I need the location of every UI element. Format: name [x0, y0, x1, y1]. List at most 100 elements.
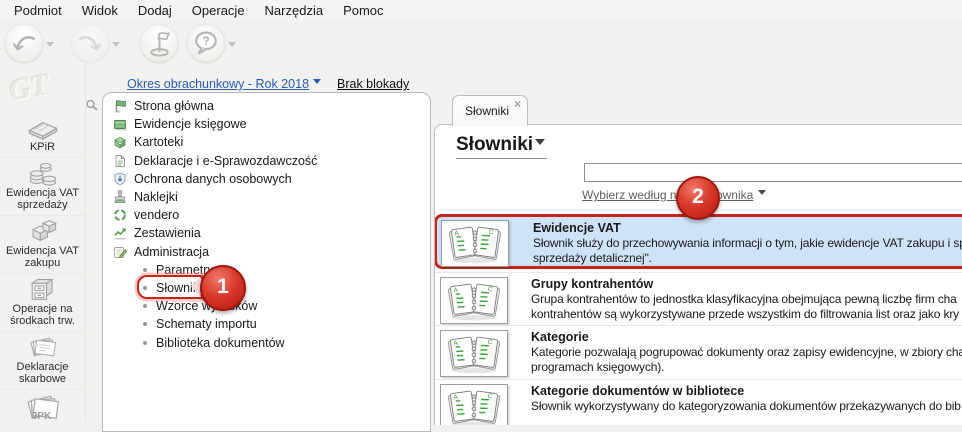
ledger-icon [24, 114, 62, 141]
menu-operacje[interactable]: Operacje [182, 1, 255, 20]
tree-item-zestawienia[interactable]: Zestawienia [103, 224, 430, 242]
nav-back-icon [11, 30, 37, 56]
tree-item-naklejki[interactable]: Naklejki [103, 188, 430, 206]
list-item-desc-line1: Grupa kontrahentów to jednostka klasyfik… [531, 292, 957, 306]
nav-back-button[interactable] [5, 24, 43, 62]
tree-subitem-biblioteka-dokumentow[interactable]: Biblioteka dokumentów [103, 333, 430, 351]
toolbar [0, 21, 962, 65]
help-button[interactable] [187, 24, 225, 62]
nav-back-dropdown-caret[interactable] [46, 41, 54, 51]
help-dropdown-caret[interactable] [228, 41, 236, 51]
tree-subitem-schematy-importu[interactable]: Schematy importu [103, 315, 430, 333]
coins-icon [24, 160, 62, 187]
tree-item-label: vendero [134, 208, 180, 223]
bullet-icon [143, 322, 147, 327]
jpk-documents-icon: JPK [23, 392, 63, 422]
bullet-icon [143, 267, 147, 272]
nav-forward-dropdown-caret[interactable] [112, 41, 120, 51]
tree-item-label: Ochrona danych osobowych [134, 171, 292, 186]
tree-item-label: Kartoteki [134, 135, 184, 150]
admin-icon [113, 245, 127, 259]
annotation-step-1: 1 [200, 265, 246, 311]
tree-subitem-label: Biblioteka dokumentów [156, 335, 285, 350]
chevron-down-icon [535, 139, 546, 150]
sidebar-item-operacje-srodki-trwale[interactable]: Operacje na środkach trw. [0, 274, 85, 332]
list-item-kategorie[interactable]: Kategorie Kategorie pozwalają pogrupować… [435, 325, 962, 378]
menu-widok[interactable]: Widok [72, 1, 128, 20]
dictionary-cards-icon [445, 280, 503, 322]
list-item-ewidencje-vat[interactable]: Ewidencje VAT Słownik służy do przechowy… [435, 214, 962, 269]
tree-item-vendero[interactable]: vendero [103, 206, 430, 224]
list-item-desc-line2: kontrahentów są wykorzystywane przede ws… [531, 306, 960, 321]
tab-label: Słowniki [465, 104, 510, 118]
tree-item-label: Naklejki [134, 190, 178, 205]
chevron-down-icon [313, 79, 322, 88]
drawer-icon [113, 135, 127, 149]
dictionary-icon-box [441, 220, 509, 267]
tree-item-label: Administracja [134, 244, 210, 259]
tree-item-ewidencje-ksiegowe[interactable]: Ewidencje księgowe [103, 115, 430, 133]
list-item-grupy-kontrahentow[interactable]: Grupy kontrahentów Grupa kontrahentów to… [435, 272, 962, 325]
tree-subitem-slowniki[interactable]: Słowniki [103, 279, 430, 297]
filter-by-name-link[interactable]: Wybierz według nazwy słownika [582, 188, 767, 202]
tree-item-ochrona-danych[interactable]: Ochrona danych osobowych [103, 170, 430, 188]
menu-narzedzia[interactable]: Narzędzia [255, 1, 334, 20]
sidebar-item-ewidencja-vat-zakupu[interactable]: Ewidencja VAT zakupu [0, 216, 85, 274]
sidebar-item-label: Ewidencja VAT sprzedaży [6, 186, 79, 212]
cabinet-icon [24, 276, 62, 303]
menu-pomoc[interactable]: Pomoc [333, 1, 393, 20]
boxes-icon [24, 218, 62, 245]
list-item-kategorie-dokumentow[interactable]: Kategorie dokumentów w bibliotece Słowni… [435, 379, 962, 425]
sidebar-item-deklaracje-skarbowe[interactable]: Deklaracje skarbowe [0, 332, 85, 390]
tree-subitem-wzorce-wydrukow[interactable]: Wzorce wydruków [103, 297, 430, 315]
bullet-icon [143, 285, 147, 290]
menu-dodaj[interactable]: Dodaj [128, 1, 182, 20]
tree-item-strona-glowna[interactable]: Strona główna [103, 97, 430, 115]
dictionary-cards-icon [445, 387, 503, 426]
nav-forward-button[interactable] [71, 24, 109, 62]
search-input[interactable] [584, 163, 962, 182]
list-item-desc-line2: programach księgowych). [531, 359, 665, 374]
dictionary-icon-box [440, 277, 508, 324]
tree-item-kartoteki[interactable]: Kartoteki [103, 133, 430, 151]
close-icon[interactable]: × [514, 98, 521, 110]
navigation-tree: Strona główna Ewidencje księgowe Kartote… [103, 93, 430, 352]
menu-podmiot[interactable]: Podmiot [4, 1, 72, 20]
flag-button[interactable] [140, 24, 178, 62]
bullet-icon [143, 340, 147, 345]
home-flag-icon [113, 99, 127, 113]
dictionary-cards-icon [445, 333, 503, 375]
svg-text:JPK: JPK [31, 411, 51, 422]
tree-subitem-parametry[interactable]: Parametry [103, 261, 430, 279]
help-icon [193, 30, 219, 56]
dictionary-icon-box [440, 384, 508, 425]
tree-item-administracja[interactable]: Administracja [103, 243, 430, 261]
tree-item-label: Strona główna [134, 99, 214, 114]
sidebar-item-label: Operacje na środkach trw. [10, 302, 75, 328]
documents-icon [24, 334, 62, 361]
page-title-dropdown[interactable]: Słowniki [456, 134, 548, 159]
list-item-desc-line1: Słownik służy do przechowywania informac… [533, 236, 962, 250]
tree-item-deklaracje[interactable]: Deklaracje i e-Sprawozdawczość [103, 152, 430, 170]
book-icon [113, 117, 127, 131]
chevron-down-icon [758, 190, 767, 199]
tab-slowniki[interactable]: Słowniki × [452, 95, 528, 126]
tree-item-label: Zestawienia [134, 226, 201, 241]
nav-forward-icon [77, 30, 103, 56]
flag-icon [147, 30, 172, 57]
pin-icon[interactable] [85, 98, 100, 113]
accounting-period-label: Okres obrachunkowy - Rok 2018 [127, 77, 310, 91]
list-item-desc-line2: sprzedaży detalicznej". [533, 250, 652, 265]
list-item-desc-line1: Słownik wykorzystywany do kategoryzowani… [531, 399, 961, 413]
filter-by-name-label: Wybierz według nazwy słownika [582, 188, 754, 202]
accounting-period-link[interactable]: Okres obrachunkowy - Rok 2018 [127, 77, 322, 91]
sidebar-item-kpir[interactable]: KPiR [0, 112, 85, 158]
annotation-step-2: 2 [676, 176, 720, 220]
bullet-icon [143, 304, 147, 309]
dictionary-cards-icon [446, 223, 504, 265]
page-title: Słowniki [456, 134, 534, 155]
vendero-icon [113, 208, 127, 222]
sidebar-item-ewidencja-vat-sprzedazy[interactable]: Ewidencja VAT sprzedaży [0, 158, 85, 216]
sidebar-item-label: Ewidencja VAT zakupu [6, 244, 79, 270]
lock-status-link[interactable]: Brak blokady [337, 77, 409, 91]
